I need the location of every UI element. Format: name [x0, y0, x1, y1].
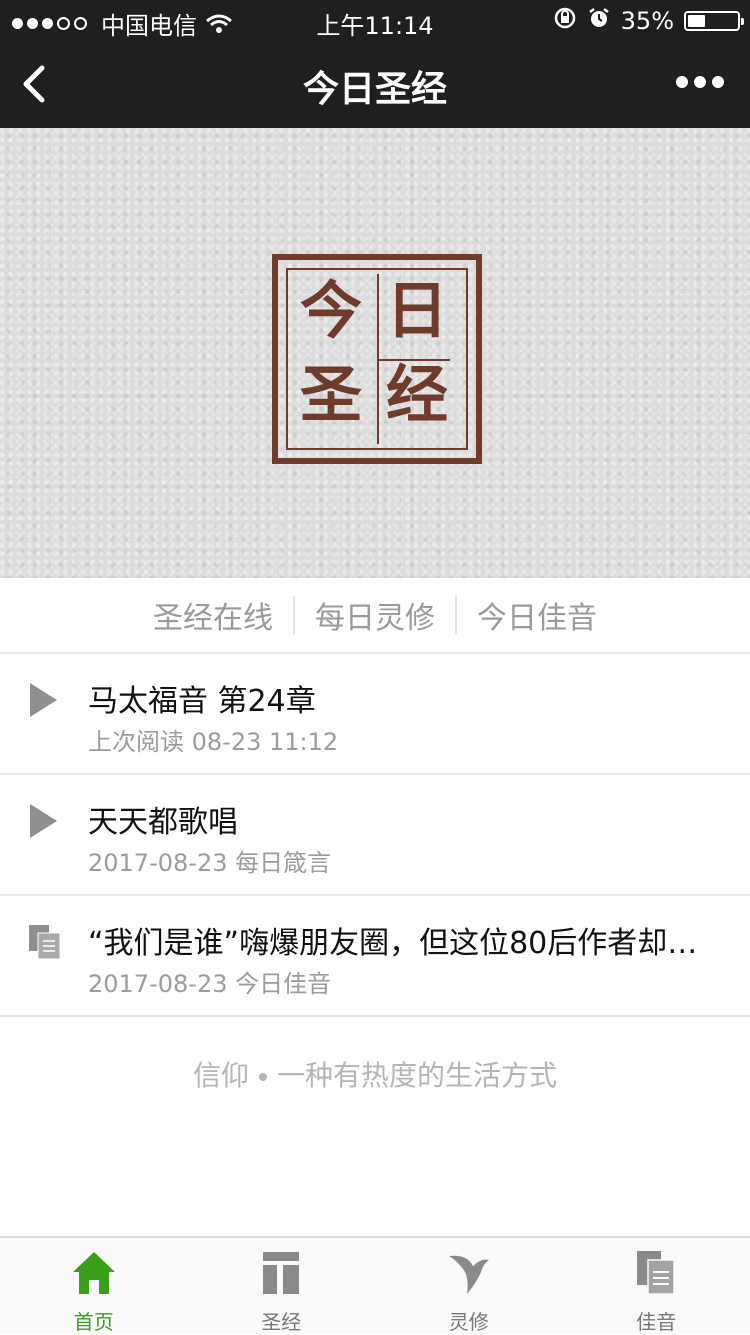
bottom-tab-bar: 首页 圣经 灵修 佳音	[0, 1236, 750, 1334]
list-item-subtitle: 上次阅读 08-23 11:12	[88, 722, 338, 757]
tab-label: 佳音	[563, 1306, 750, 1335]
list-item-subtitle: 2017-08-23 今日佳音	[88, 964, 331, 999]
more-button[interactable]	[676, 76, 724, 88]
tagline: 信仰一种有热度的生活方式	[0, 1054, 750, 1094]
bullet-dot	[259, 1073, 267, 1081]
list-item-title: 天天都歌唱	[88, 797, 718, 841]
list-item-title: 马太福音 第24章	[88, 676, 718, 720]
seal-char: 日	[386, 280, 448, 342]
seal-char: 今	[300, 280, 362, 342]
battery-level	[688, 15, 705, 27]
status-right: 35%	[553, 6, 740, 36]
battery-percent: 35%	[621, 7, 674, 35]
seal-char: 经	[386, 364, 448, 426]
banner: 今 日 圣 经	[0, 128, 750, 578]
tab-bible-online[interactable]: 圣经在线	[133, 593, 293, 637]
list-item[interactable]: 天天都歌唱 2017-08-23 每日箴言	[0, 775, 750, 896]
list-item[interactable]: “我们是谁”嗨爆朋友圈，但这位80后作者却饱… 2017-08-23 今日佳音	[0, 896, 750, 1017]
top-bar: 中国电信 上午11:14 35%	[0, 0, 750, 128]
document-icon	[28, 924, 62, 964]
tab-home[interactable]: 首页	[0, 1238, 188, 1334]
tagline-right: 一种有热度的生活方式	[277, 1059, 557, 1092]
tab-good-news[interactable]: 佳音	[563, 1238, 750, 1334]
tab-label: 首页	[0, 1306, 188, 1335]
play-icon	[28, 803, 58, 843]
page-title: 今日圣经	[0, 60, 750, 112]
tagline-left: 信仰	[193, 1059, 249, 1092]
alarm-icon	[587, 6, 611, 36]
bible-icon	[261, 1250, 301, 1300]
play-icon	[28, 682, 58, 722]
tab-bible[interactable]: 圣经	[188, 1238, 376, 1334]
document-icon	[636, 1250, 676, 1300]
status-bar: 中国电信 上午11:14 35%	[0, 0, 750, 40]
battery-icon	[684, 11, 740, 31]
list-item[interactable]: 马太福音 第24章 上次阅读 08-23 11:12	[0, 654, 750, 775]
tab-label: 灵修	[375, 1306, 563, 1335]
nav-bar: 今日圣经	[0, 40, 750, 128]
tab-daily-devotion[interactable]: 每日灵修	[295, 593, 455, 637]
tab-label: 圣经	[188, 1306, 376, 1335]
seal-char: 圣	[300, 364, 362, 426]
category-tabs: 圣经在线 每日灵修 今日佳音	[0, 578, 750, 654]
tab-devotion[interactable]: 灵修	[375, 1238, 563, 1334]
tab-today-good-news[interactable]: 今日佳音	[457, 593, 617, 637]
list-item-subtitle: 2017-08-23 每日箴言	[88, 843, 331, 878]
list-item-title: “我们是谁”嗨爆朋友圈，但这位80后作者却饱…	[88, 918, 718, 962]
content-list: 马太福音 第24章 上次阅读 08-23 11:12 天天都歌唱 2017-08…	[0, 654, 750, 1017]
more-dots-icon	[676, 76, 688, 88]
home-icon	[71, 1250, 117, 1300]
orientation-lock-icon	[553, 6, 577, 36]
bird-icon	[447, 1250, 491, 1300]
logo-seal: 今 日 圣 经	[272, 254, 482, 464]
